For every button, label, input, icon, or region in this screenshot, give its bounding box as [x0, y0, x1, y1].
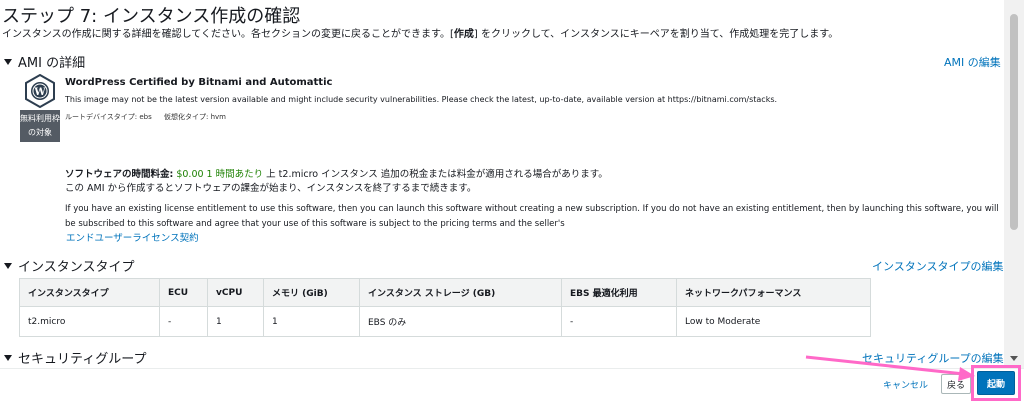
cell-storage: EBS のみ	[359, 306, 562, 337]
table-header-row: インスタンスタイプ ECU vCPU メモリ (GiB) インスタンス ストレー…	[19, 278, 871, 307]
free-tier-badge: 無料利用枠の対象	[20, 110, 60, 142]
svg-text:W: W	[33, 87, 46, 98]
ami-warning: This image may not be the latest version…	[65, 95, 778, 104]
page-description: インスタンスの作成に関する詳細を確認してください。各セクションの変更に戻ることが…	[2, 25, 838, 40]
price-note: この AMI から作成するとソフトウェアの課金が始まり、インスタンスを終了するま…	[65, 183, 477, 194]
col-ecu: ECU	[159, 278, 208, 307]
col-vcpu: vCPU	[207, 278, 264, 307]
ami-logo: W 無料利用枠の対象	[20, 73, 60, 143]
scroll-down-arrow-icon[interactable]	[1010, 356, 1018, 361]
cell-memory: 1	[263, 306, 360, 337]
eula-link[interactable]: エンドユーザーライセンス契約	[66, 230, 199, 244]
launch-button[interactable]: 起動	[977, 371, 1015, 395]
cell-instance-type: t2.micro	[19, 306, 160, 337]
wordpress-logo-icon: W	[20, 73, 60, 109]
edit-instance-type-link[interactable]: インスタンスタイプの編集	[872, 258, 1004, 274]
cell-ebs-optimized: -	[561, 306, 677, 337]
col-memory: メモリ (GiB)	[263, 278, 360, 307]
security-group-section-title: セキュリティグループ	[18, 352, 147, 367]
license-text: If you have an existing license entitlem…	[65, 204, 999, 229]
root-device-type: ルートデバイスタイプ: ebs	[65, 113, 152, 121]
ami-name: WordPress Certified by Bitnami and Autom…	[65, 77, 333, 88]
review-content: ステップ 7: インスタンス作成の確認 インスタンスの作成に関する詳細を確認して…	[0, 0, 1004, 368]
cell-vcpu: 1	[207, 306, 264, 337]
instance-type-section-header[interactable]: インスタンスタイプ	[4, 256, 134, 275]
caret-down-icon	[4, 262, 12, 269]
cell-ecu: -	[159, 306, 208, 337]
virtualization-type: 仮想化タイプ: hvm	[164, 113, 226, 121]
ami-meta: ルートデバイスタイプ: ebs 仮想化タイプ: hvm	[65, 112, 236, 122]
ami-section-title: AMI の詳細	[18, 56, 86, 71]
page-description-start: インスタンスの作成に関する詳細を確認してください。各セクションの変更に戻ることが…	[2, 29, 454, 40]
annotation-arrow-icon	[805, 355, 975, 381]
page-description-end: ] をクリックして、インスタンスにキーペアを割り当て、作成処理を完了します。	[473, 29, 839, 40]
price-value: $0.00 1 時間あたり	[176, 169, 264, 180]
col-storage: インスタンス ストレージ (GB)	[359, 278, 562, 307]
scrollbar-thumb[interactable]	[1010, 14, 1018, 230]
instance-type-table: インスタンスタイプ ECU vCPU メモリ (GiB) インスタンス ストレー…	[19, 278, 871, 337]
col-ebs-optimized: EBS 最適化利用	[561, 278, 677, 307]
ami-section-header[interactable]: AMI の詳細	[4, 52, 85, 71]
price-label: ソフトウェアの時間料金:	[65, 169, 174, 180]
col-instance-type: インスタンスタイプ	[19, 278, 160, 307]
instance-type-section-title: インスタンスタイプ	[18, 260, 135, 275]
edit-ami-link[interactable]: AMI の編集	[944, 54, 1001, 70]
cell-network: Low to Moderate	[676, 306, 871, 337]
caret-down-icon	[4, 58, 12, 65]
col-network: ネットワークパフォーマンス	[676, 278, 871, 307]
page-description-bold: 作成	[453, 29, 474, 40]
software-price: ソフトウェアの時間料金: $0.00 1 時間あたり 上 t2.micro イン…	[65, 166, 608, 180]
price-detail: 上 t2.micro インスタンス 追加の税金または料金が適用される場合がありま…	[266, 169, 608, 180]
vertical-scrollbar[interactable]	[1004, 0, 1024, 368]
caret-down-icon	[4, 354, 12, 361]
security-group-section-header[interactable]: セキュリティグループ	[4, 348, 146, 367]
table-row: t2.micro - 1 1 EBS のみ - Low to Moderate	[19, 306, 871, 337]
